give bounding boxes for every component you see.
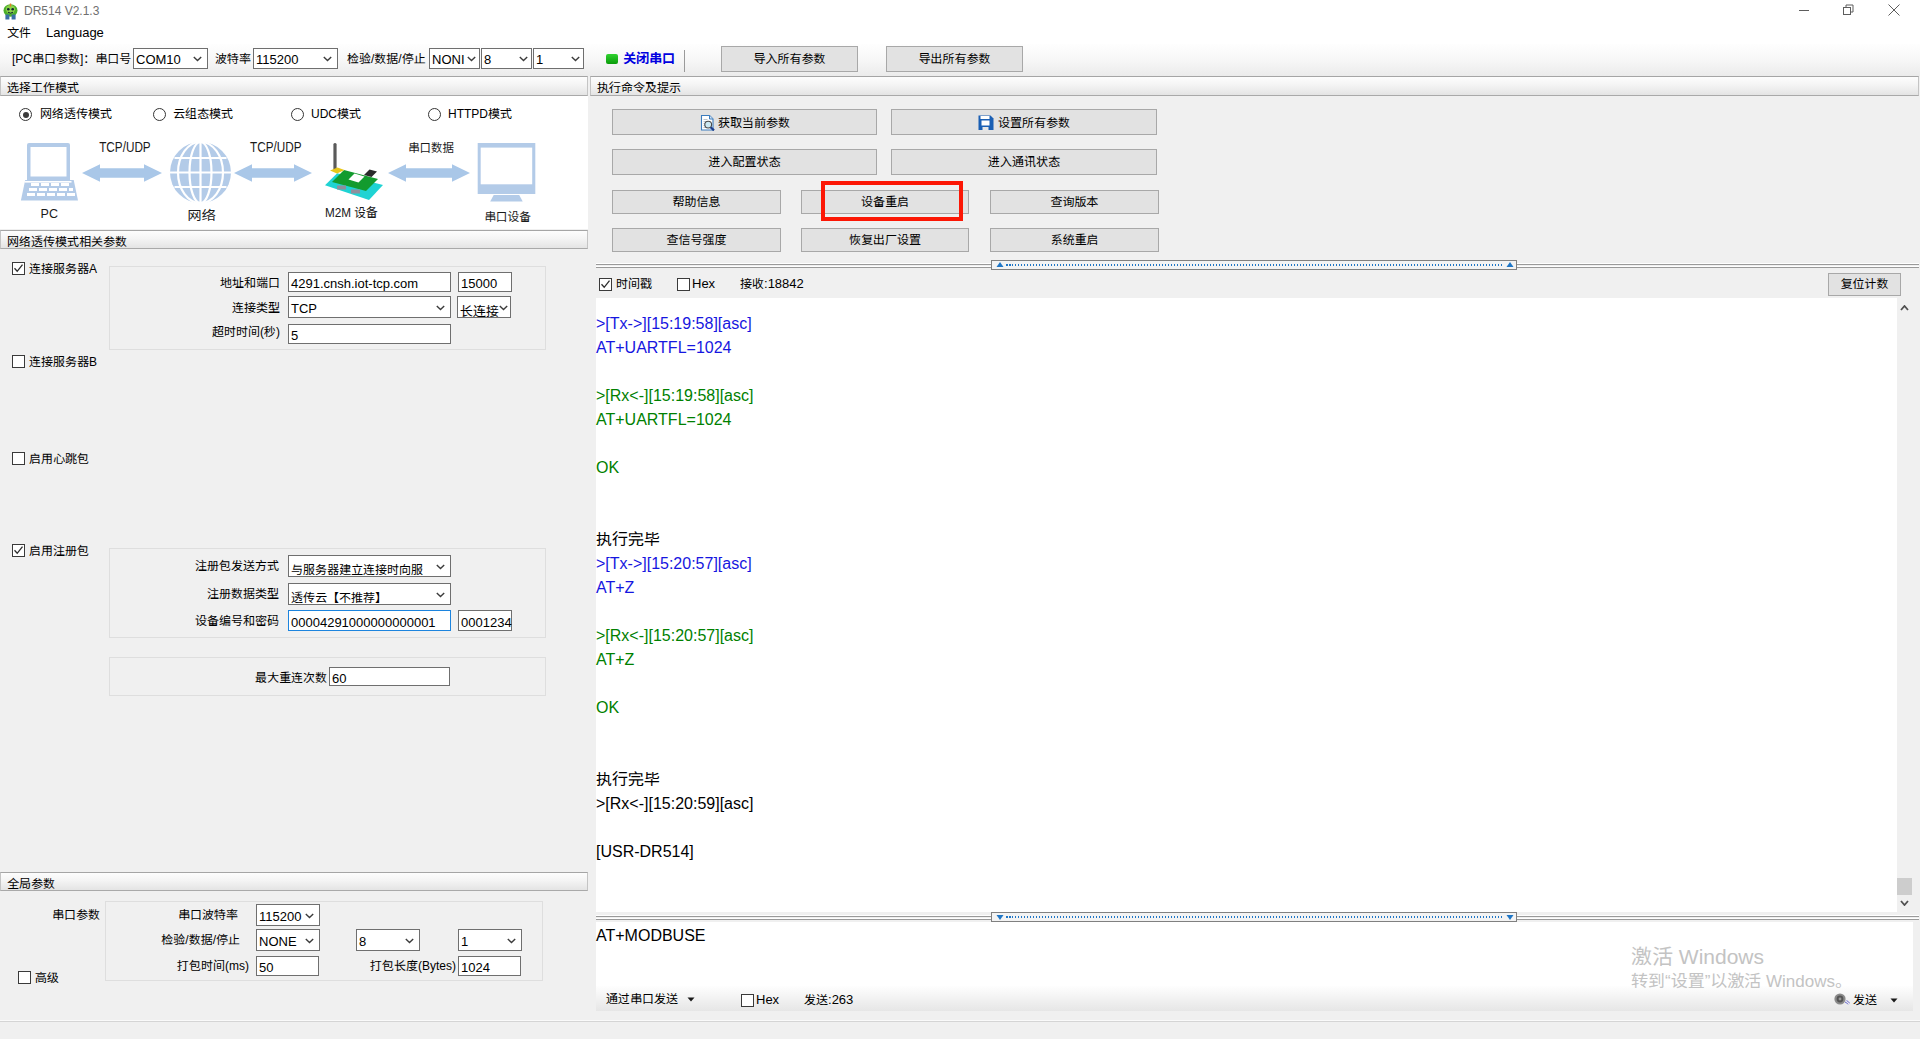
svg-text:TCP/UDP: TCP/UDP [250,139,302,155]
svg-text:串口数据: 串口数据 [408,141,454,155]
svg-text:TCP/UDP: TCP/UDP [99,139,151,155]
svg-text:串口设备: 串口设备 [484,210,531,224]
svg-text:M2M 设备: M2M 设备 [325,205,378,220]
svg-text:网络: 网络 [188,208,216,223]
svg-text:PC: PC [41,206,58,221]
